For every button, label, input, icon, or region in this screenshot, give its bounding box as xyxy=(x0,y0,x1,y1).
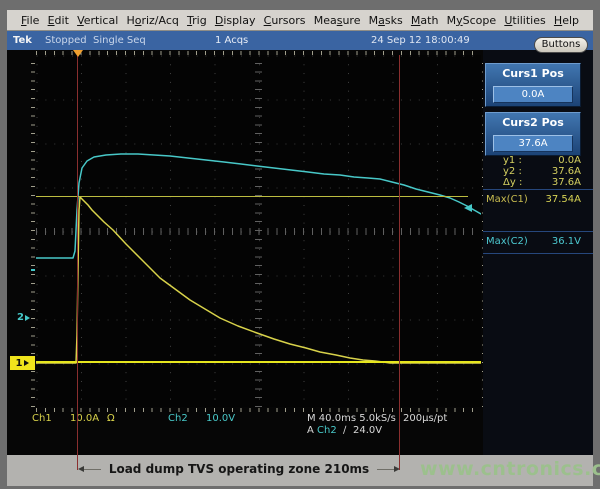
graticule xyxy=(36,55,481,407)
menu-item-display[interactable]: Display xyxy=(215,14,256,27)
vertical-cursor-right[interactable] xyxy=(399,55,400,470)
ch1-coupling: Ω xyxy=(107,413,115,424)
max-c2-value: 36.1V xyxy=(552,236,581,247)
ch1-marker-arrow-icon xyxy=(24,360,29,366)
panel-divider xyxy=(483,253,593,254)
cursor-y1-row: y1 : 0.0A xyxy=(483,155,593,166)
menu-item-math[interactable]: Math xyxy=(411,14,439,27)
ch2-offset-tick xyxy=(31,269,35,271)
ch1-scale[interactable]: 10.0A xyxy=(70,413,99,424)
datetime: 24 Sep 12 18:00:49 xyxy=(371,35,470,46)
trigger-slope-icon: ∕ xyxy=(343,425,346,436)
ch2-marker-arrow-icon xyxy=(25,315,30,321)
curs2-pos-title: Curs2 Pos xyxy=(486,116,580,129)
bottom-ruler-ticks xyxy=(36,408,481,412)
max-c2-row: Max(C2) 36.1V xyxy=(483,236,593,247)
annotation-text: Load dump TVS operating zone 210ms xyxy=(101,462,377,476)
acquisition-state: Stopped xyxy=(45,35,87,46)
ch1-marker-label: 1 xyxy=(16,358,23,369)
ch2-label[interactable]: Ch2 xyxy=(168,413,188,424)
annotation-band: Load dump TVS operating zone 210ms www.c… xyxy=(7,455,593,486)
trigger-source[interactable]: Ch2 xyxy=(317,425,337,436)
max-c1-value: 37.54A xyxy=(546,194,581,205)
menu-item-file[interactable]: File xyxy=(21,14,39,27)
ch2-marker-label: 2 xyxy=(17,312,24,323)
dy-value: 37.6A xyxy=(552,177,581,188)
max-c1-label: Max(C1) xyxy=(486,194,528,205)
trigger-level[interactable]: 24.0V xyxy=(353,425,382,436)
max-c1-row: Max(C1) 37.54A xyxy=(483,194,593,205)
menu-bar: File Edit Vertical Horiz/Acq Trig Display Curs… xyxy=(7,10,593,31)
menu-item-cursors[interactable]: Cursors xyxy=(264,14,306,27)
ch2-position-marker[interactable]: 2 xyxy=(17,312,30,323)
horizontal-cursor-2[interactable] xyxy=(36,196,468,197)
menu-item-utilities[interactable]: Utilities xyxy=(504,14,545,27)
panel-divider xyxy=(483,231,593,232)
menu-item-vertical[interactable]: Vertical xyxy=(77,14,118,27)
ch2-trigger-level-arrow-icon xyxy=(464,204,472,212)
ch2-trace xyxy=(36,154,481,258)
menu-item-measure[interactable]: Measure xyxy=(314,14,361,27)
ch1-position-marker[interactable]: 1 xyxy=(10,356,35,370)
tek-logo: Tek xyxy=(13,35,32,46)
timebase-readout[interactable]: M 40.0ms 5.0kS/s xyxy=(307,413,396,424)
ch1-label[interactable]: Ch1 xyxy=(32,413,52,424)
acquisition-count: 1 Acqs xyxy=(215,35,248,46)
max-c2-label: Max(C2) xyxy=(486,236,528,247)
cursor-y2-row: y2 : 37.6A xyxy=(483,166,593,177)
curs1-pos-value[interactable]: 0.0A xyxy=(493,86,573,103)
buttons-button[interactable]: Buttons xyxy=(534,37,588,53)
status-bar: Tek Stopped Single Seq 1 Acqs 24 Sep 12 … xyxy=(7,31,593,50)
watermark: www.cntronics.com xyxy=(420,458,600,480)
trigger-position-icon[interactable] xyxy=(73,50,83,57)
cursor-dy-row: Δy : 37.6A xyxy=(483,177,593,188)
curs2-pos-box[interactable]: Curs2 Pos 37.6A xyxy=(485,112,581,156)
menu-item-trig[interactable]: Trig xyxy=(187,14,207,27)
curs1-pos-box[interactable]: Curs1 Pos 0.0A xyxy=(485,63,581,107)
acquisition-mode: Single Seq xyxy=(93,35,146,46)
menu-item-myscope[interactable]: MyScope xyxy=(447,14,497,27)
left-ruler-ticks xyxy=(31,55,35,407)
annotation-line xyxy=(377,469,394,470)
menu-item-horizacq[interactable]: Horiz/Acq xyxy=(126,14,178,27)
trigger-prefix: A xyxy=(307,425,314,436)
ch1-baseline-cursor-1[interactable] xyxy=(36,361,481,363)
annotation-line xyxy=(84,469,101,470)
operating-zone-annotation: Load dump TVS operating zone 210ms xyxy=(78,462,400,476)
curs2-pos-value[interactable]: 37.6A xyxy=(493,135,573,152)
measurement-panel: Curs1 Pos 0.0A Curs2 Pos 37.6A y1 : 0.0A… xyxy=(483,50,593,455)
y1-value: 0.0A xyxy=(558,155,581,166)
menu-item-help[interactable]: Help xyxy=(554,14,579,27)
vertical-cursor-left[interactable] xyxy=(77,55,78,470)
ch2-scale[interactable]: 10.0V xyxy=(206,413,235,424)
resolution-readout: 200µs/pt xyxy=(403,413,447,424)
ch1-trace xyxy=(36,197,481,363)
y1-label: y1 : xyxy=(503,155,522,166)
oscilloscope-window: File Edit Vertical Horiz/Acq Trig Display Curs… xyxy=(0,0,600,489)
menu-item-edit[interactable]: Edit xyxy=(48,14,69,27)
dy-label: Δy : xyxy=(503,177,522,188)
y2-value: 37.6A xyxy=(552,166,581,177)
panel-divider xyxy=(483,189,593,190)
menu-item-masks[interactable]: Masks xyxy=(369,14,403,27)
waveform-svg xyxy=(36,55,481,407)
y2-label: y2 : xyxy=(503,166,522,177)
curs1-pos-title: Curs1 Pos xyxy=(486,67,580,80)
